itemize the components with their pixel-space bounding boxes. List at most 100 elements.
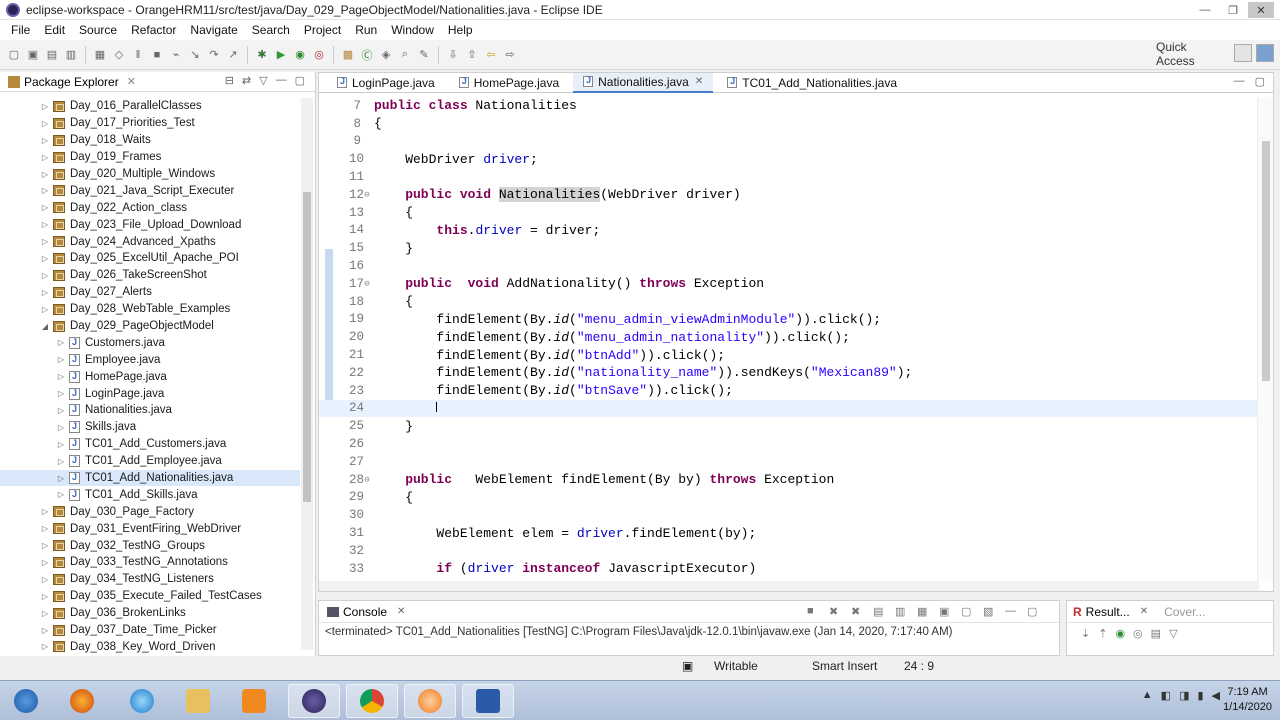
run-icon[interactable]: ▶ [273,47,289,63]
view-menu-icon[interactable]: ▽ [259,74,267,87]
package-explorer-title[interactable]: Package Explorer [24,75,119,89]
editor-tab[interactable]: TC01_Add_Nationalities.java [717,73,907,93]
print-icon[interactable]: ▥ [63,47,79,63]
new-java-class-icon[interactable]: Ⓒ [359,47,375,63]
taskbar-media[interactable] [228,684,280,718]
taskbar-chrome[interactable] [346,684,398,718]
maximize-view-icon[interactable]: ▢ [1027,605,1043,619]
chevron-right-icon[interactable]: ▷ [56,338,66,347]
tree-package[interactable]: ▷ Day_019_Frames [0,149,300,166]
tree-package[interactable]: ◢ Day_029_PageObjectModel [0,318,300,335]
tree-file[interactable]: ▷ HomePage.java [0,368,300,385]
tree-package[interactable]: ▷ Day_017_Priorities_Test [0,115,300,132]
chevron-right-icon[interactable]: ▷ [40,609,50,618]
code-line[interactable]: 20 findElement(By.id("menu_admin_nationa… [319,328,1259,346]
chevron-right-icon[interactable]: ▷ [40,220,50,229]
start-button[interactable] [0,684,52,718]
menu-source[interactable]: Source [72,23,124,37]
chevron-right-icon[interactable]: ▷ [40,558,50,567]
fold-toggle-icon[interactable]: ⊖ [361,279,373,289]
code-line[interactable]: 19 findElement(By.id("menu_admin_viewAdm… [319,311,1259,329]
tree-package[interactable]: ▷ Day_038_Key_Word_Driven [0,639,300,656]
tree-file[interactable]: ▷ TC01_Add_Nationalities.java [0,469,300,487]
code-line[interactable]: 11 [319,168,1259,186]
quick-access-field[interactable]: Quick Access [1156,40,1226,68]
code-line[interactable]: 21 findElement(By.id("btnAdd")).click(); [319,346,1259,364]
view-menu-icon[interactable]: ▤ [1151,627,1161,640]
editor-tab[interactable]: LoginPage.java [327,73,445,93]
collapse-all-icon[interactable]: ⊟ [225,74,234,87]
terminate-icon[interactable]: ■ [807,605,823,619]
open-console-icon[interactable]: ▧ [983,605,999,619]
editor-horizontal-scrollbar[interactable] [319,581,1259,591]
tray-expand-icon[interactable]: ▲ [1142,689,1153,702]
chevron-right-icon[interactable]: ▷ [40,507,50,516]
step-return-icon[interactable]: ↗ [225,47,241,63]
next-annotation-icon[interactable]: ⇩ [445,47,461,63]
tree-package[interactable]: ▷ Day_027_Alerts [0,284,300,301]
chevron-right-icon[interactable]: ▷ [40,524,50,533]
next-failure-icon[interactable]: ⇣ [1081,627,1090,640]
overview-ruler[interactable] [1257,97,1273,581]
tree-file[interactable]: ▷ Skills.java [0,419,300,436]
code-line[interactable]: 24 [319,399,1259,418]
terminal-icon[interactable]: ▦ [92,47,108,63]
chevron-right-icon[interactable]: ▷ [56,457,66,466]
taskbar-ie[interactable] [116,684,168,718]
chevron-right-icon[interactable]: ▷ [40,153,50,162]
close-icon[interactable]: ✕ [397,606,405,617]
chevron-right-icon[interactable]: ▷ [40,592,50,601]
back-icon[interactable]: ⇦ [483,47,499,63]
chevron-right-icon[interactable]: ▷ [40,541,50,550]
chevron-right-icon[interactable]: ▷ [40,136,50,145]
save-all-icon[interactable]: ▤ [44,47,60,63]
tree-file[interactable]: ▷ TC01_Add_Employee.java [0,453,300,470]
close-button[interactable]: ✕ [1248,2,1274,18]
minimize-view-icon[interactable]: — [276,74,287,87]
tree-package[interactable]: ▷ Day_036_BrokenLinks [0,605,300,622]
code-line[interactable]: 13 { [319,204,1259,222]
chevron-right-icon[interactable]: ▷ [56,406,66,415]
volume-icon[interactable]: ◀ [1212,689,1220,702]
remove-all-icon[interactable]: ✖ [851,605,867,619]
taskbar-eclipse[interactable] [288,684,340,718]
chevron-right-icon[interactable]: ▷ [40,170,50,179]
code-line[interactable]: 29 { [319,489,1259,507]
tree-file[interactable]: ▷ Employee.java [0,351,300,368]
code-line[interactable]: 9 [319,133,1259,151]
remove-launch-icon[interactable]: ✖ [829,605,845,619]
network-icon[interactable]: ▮ [1197,689,1203,702]
code-line[interactable]: 16 [319,257,1259,275]
skip-breakpoints-icon[interactable]: ◇ [111,47,127,63]
code-line[interactable]: 30 [319,506,1259,524]
chevron-right-icon[interactable]: ▷ [56,423,66,432]
maximize-button[interactable]: ❐ [1220,2,1246,18]
code-line[interactable]: 8{ [319,115,1259,133]
chevron-right-icon[interactable]: ▷ [40,119,50,128]
tree-package[interactable]: ▷ Day_024_Advanced_Xpaths [0,233,300,250]
fold-toggle-icon[interactable]: ⊖ [361,475,373,485]
tray-app-icon[interactable]: ◨ [1179,689,1189,702]
clear-console-icon[interactable]: ▤ [873,605,889,619]
chevron-right-icon[interactable]: ▷ [56,389,66,398]
menu-project[interactable]: Project [297,23,348,37]
new-icon[interactable]: ▢ [6,47,22,63]
rerun-icon[interactable]: ◉ [1115,627,1125,640]
code-line[interactable]: 27 [319,453,1259,471]
chevron-right-icon[interactable]: ▷ [40,237,50,246]
tree-package[interactable]: ▷ Day_025_ExcelUtil_Apache_POI [0,250,300,267]
chevron-right-icon[interactable]: ▷ [40,626,50,635]
tree-package[interactable]: ▷ Day_035_Execute_Failed_TestCases [0,588,300,605]
tray-app-icon[interactable]: ◧ [1161,689,1171,702]
code-line[interactable]: 12 ⊖ public void Nationalities(WebDriver … [319,186,1259,204]
open-type-icon[interactable]: ◈ [378,47,394,63]
external-tools-icon[interactable]: ◎ [311,47,327,63]
system-clock[interactable]: 7:19 AM 1/14/2020 [1223,685,1272,715]
chevron-right-icon[interactable]: ▷ [40,271,50,280]
open-task-icon[interactable]: ✎ [416,47,432,63]
code-line[interactable]: 28 ⊖ public WebElement findElement(By by)… [319,471,1259,489]
tree-package[interactable]: ▷ Day_037_Date_Time_Picker [0,622,300,639]
chevron-right-icon[interactable]: ▷ [40,254,50,263]
package-explorer-scrollbar[interactable] [301,98,313,650]
tree-package[interactable]: ▷ Day_028_WebTable_Examples [0,301,300,318]
